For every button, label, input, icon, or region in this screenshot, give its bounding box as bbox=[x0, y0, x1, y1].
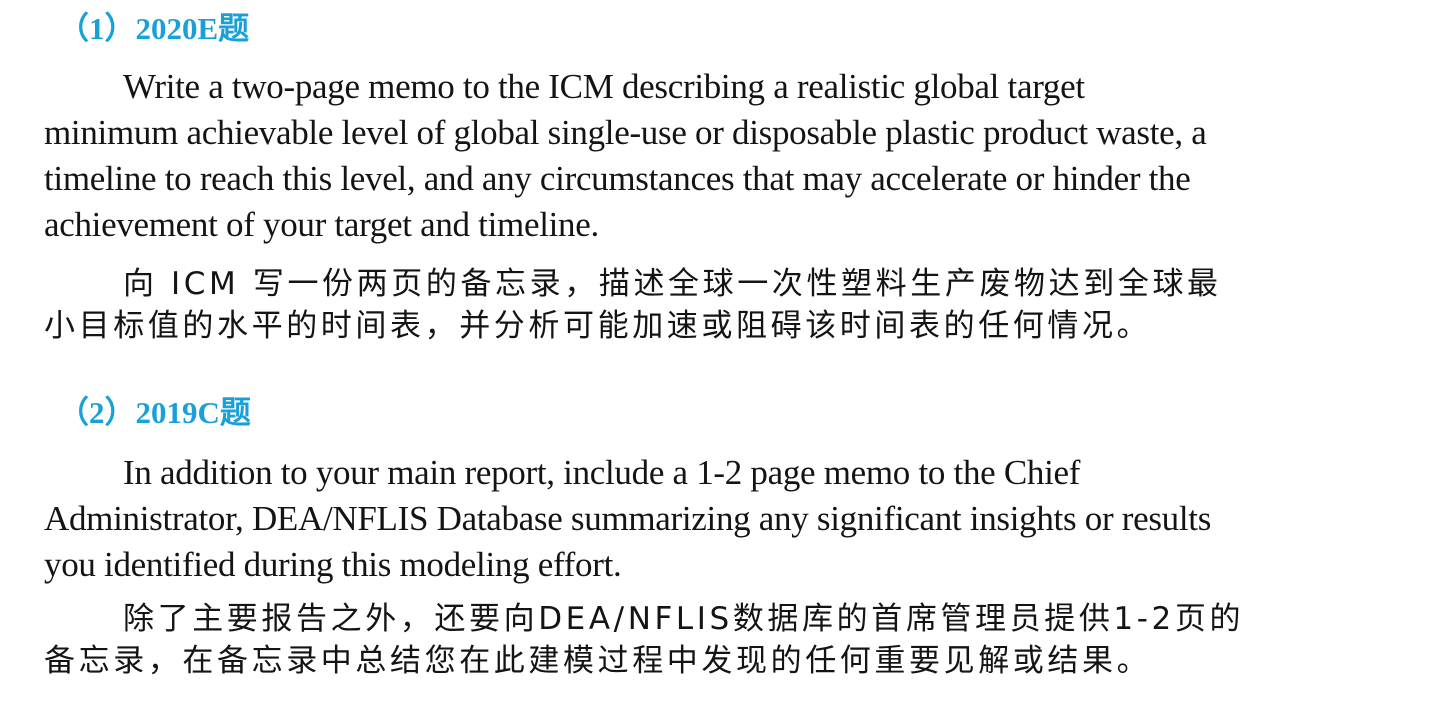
section-1-english-line: achievement of your target and timeline. bbox=[44, 205, 599, 244]
section-1-english-line: minimum achievable level of global singl… bbox=[44, 113, 1207, 152]
section-1-chinese-line: 向 ICM 写一份两页的备忘录，描述全球一次性塑料生产废物达到全球最 bbox=[123, 266, 1222, 302]
section-1-english-line: Write a two-page memo to the ICM describ… bbox=[123, 67, 1085, 106]
section-2-chinese-line: 除了主要报告之外，还要向DEA/NFLIS数据库的首席管理员提供1-2页的 bbox=[123, 601, 1245, 637]
section-2-english-line: Administrator, DEA/NFLIS Database summar… bbox=[44, 499, 1212, 538]
section-2-heading: （2）2019C题 bbox=[58, 395, 251, 430]
section-2-chinese-line: 备忘录，在备忘录中总结您在此建模过程中发现的任何重要见解或结果。 bbox=[44, 643, 1152, 679]
section-1-heading: （1）2020E题 bbox=[58, 11, 250, 46]
section-2-english-paragraph: In addition to your main report, include… bbox=[44, 450, 1364, 588]
section-2-chinese-paragraph: 除了主要报告之外，还要向DEA/NFLIS数据库的首席管理员提供1-2页的 备忘… bbox=[44, 598, 1364, 682]
section-1-chinese-line: 小目标值的水平的时间表，并分析可能加速或阻碍该时间表的任何情况。 bbox=[44, 308, 1152, 344]
section-1-english-line: timeline to reach this level, and any ci… bbox=[44, 159, 1191, 198]
section-1-chinese-paragraph: 向 ICM 写一份两页的备忘录，描述全球一次性塑料生产废物达到全球最 小目标值的… bbox=[44, 263, 1364, 347]
section-2-english-line: you identified during this modeling effo… bbox=[44, 545, 622, 584]
section-2-english-line: In addition to your main report, include… bbox=[123, 453, 1081, 492]
section-1-english-paragraph: Write a two-page memo to the ICM describ… bbox=[44, 64, 1364, 248]
